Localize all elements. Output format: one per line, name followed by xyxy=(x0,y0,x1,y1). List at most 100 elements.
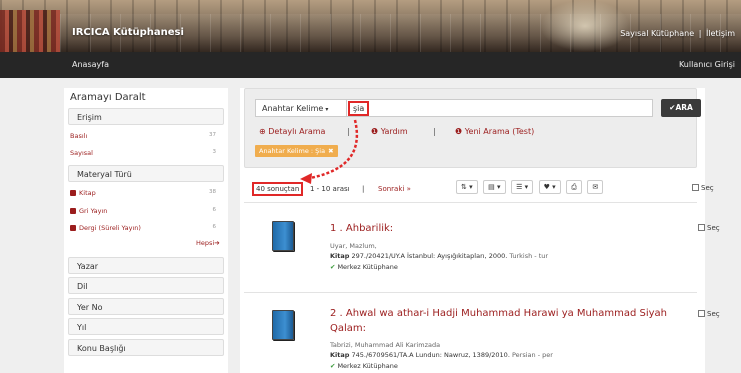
facet-language[interactable]: Dil xyxy=(68,277,224,294)
email-button[interactable]: ✉ xyxy=(587,180,604,194)
arrow-right-icon: ➔ xyxy=(214,239,220,247)
checkbox[interactable] xyxy=(692,184,699,191)
call-text: 745./6709561/TA.A Lundun: Nawruz, 1389/2… xyxy=(351,351,510,359)
site-brand[interactable]: IRCICA Kütüphanesi xyxy=(72,27,184,38)
location-label: Merkez Kütüphane xyxy=(337,263,398,271)
print-button[interactable]: ⎙ xyxy=(566,180,582,194)
link-separator: | xyxy=(433,127,436,136)
header-window-light xyxy=(540,0,630,52)
facet-item-label: Basılı xyxy=(70,132,88,140)
new-search-link[interactable]: ❶ Yeni Arama (Test) xyxy=(455,127,534,136)
document-icon xyxy=(70,208,76,214)
search-button-label: ARA xyxy=(675,103,693,112)
facet-item-count: 3 xyxy=(212,149,217,155)
facet-item-label: Gri Yayın xyxy=(79,207,108,215)
result-author[interactable]: Tabrizi, Muhammad Ali Karimzada xyxy=(330,341,440,349)
digital-library-link[interactable]: Sayısal Kütüphane xyxy=(620,29,694,38)
filter-tag-label: Anahtar Kelime : Şia xyxy=(259,147,326,155)
facet-item-digital[interactable]: Sayısal 3 xyxy=(70,149,218,161)
book-cover-icon[interactable] xyxy=(272,310,294,340)
top-links: Sayısal Kütüphane | İletişim xyxy=(618,29,735,38)
facet-item-book[interactable]: Kitap 38 xyxy=(70,189,218,201)
facet-label: Yıl xyxy=(77,323,87,332)
result-count: 40 sonuçtan xyxy=(252,182,304,196)
facet-item-grey-lit[interactable]: Gri Yayın 6 xyxy=(70,207,218,219)
help-label: Yardım xyxy=(380,127,408,136)
search-input[interactable]: şia xyxy=(347,99,653,117)
caret-down-icon: ▾ xyxy=(325,106,329,113)
result-call-number: Kitap 745./6709561/TA.A Lundun: Nawruz, … xyxy=(330,351,553,359)
select-all[interactable]: Seç xyxy=(692,184,714,192)
top-links-separator: | xyxy=(698,29,702,38)
results-toolbar: 40 sonuçtan 1 - 10 arası | Sonraki » ⇅ ▾… xyxy=(244,178,714,198)
site-header: IRCICA Kütüphanesi Sayısal Kütüphane | İ… xyxy=(0,0,741,52)
facet-author[interactable]: Yazar xyxy=(68,257,224,274)
facet-label: Konu Başlığı xyxy=(77,344,126,353)
book-cover-icon[interactable] xyxy=(272,221,294,251)
book-icon xyxy=(70,190,76,196)
facet-item-count: 6 xyxy=(212,207,217,213)
show-all-label: Hepsi xyxy=(196,239,215,247)
facet-subject[interactable]: Konu Başlığı xyxy=(68,339,224,356)
advanced-search-label: Detaylı Arama xyxy=(268,127,326,136)
checkbox[interactable] xyxy=(698,224,705,231)
journal-icon xyxy=(70,225,76,231)
search-plus-icon: ⊕ xyxy=(259,127,266,136)
list-view-button[interactable]: ☰ ▾ xyxy=(511,180,534,194)
facet-item-journal[interactable]: Dergi (Süreli Yayın) 6 xyxy=(70,224,218,236)
call-label: Kitap xyxy=(330,351,350,359)
facet-show-all[interactable]: Hepsi➔ xyxy=(196,239,220,247)
facet-call-number[interactable]: Yer No xyxy=(68,298,224,315)
info-icon: ❶ xyxy=(455,127,463,136)
facet-item-count: 6 xyxy=(212,224,217,230)
contact-link[interactable]: İletişim xyxy=(706,29,735,38)
view-toggle-button[interactable]: ▤ ▾ xyxy=(483,180,506,194)
advanced-search-link[interactable]: ⊕ Detaylı Arama xyxy=(259,127,325,136)
facet-label: Materyal Türü xyxy=(77,170,132,179)
facet-label: Yazar xyxy=(77,262,99,271)
facet-item-label: Kitap xyxy=(79,189,96,197)
result-location: ✔ Merkez Kütüphane xyxy=(330,362,398,370)
facet-access[interactable]: Erişim xyxy=(68,108,224,125)
nav-login[interactable]: Kullanıcı Girişi xyxy=(679,60,735,69)
nav-home[interactable]: Anasayfa xyxy=(72,60,109,69)
check-icon: ✔ xyxy=(330,362,336,370)
result-select[interactable]: Seç xyxy=(698,224,720,232)
main-content: Anahtar Kelime ▾ şia ✔ARA ⊕ Detaylı Arama… xyxy=(240,88,720,373)
result-author[interactable]: Uyar, Mazlum, xyxy=(330,242,377,250)
info-icon: ❶ xyxy=(371,127,379,136)
facet-item-label: Sayısal xyxy=(70,149,93,157)
header-bookshelf-image xyxy=(0,10,60,52)
result-select[interactable]: Seç xyxy=(698,310,720,318)
select-label: Seç xyxy=(707,310,720,318)
search-field-select[interactable]: Anahtar Kelime ▾ xyxy=(255,99,347,117)
result-title[interactable]: 2 . Ahwal wa athar-i Hadji Muhammad Hara… xyxy=(330,306,670,336)
result-range: 1 - 10 arası xyxy=(310,185,350,193)
search-button[interactable]: ✔ARA xyxy=(661,99,701,117)
facet-item-count: 37 xyxy=(209,132,216,138)
search-panel: Anahtar Kelime ▾ şia ✔ARA ⊕ Detaylı Arama… xyxy=(244,88,701,168)
facet-item-label: Dergi (Süreli Yayın) xyxy=(79,224,141,232)
next-page-link[interactable]: Sonraki » xyxy=(378,185,411,193)
facet-label: Dil xyxy=(77,282,88,291)
checkbox[interactable] xyxy=(698,310,705,317)
facet-label: Yer No xyxy=(77,303,103,312)
facet-item-printed[interactable]: Basılı 37 xyxy=(70,132,218,144)
favorite-button[interactable]: ♥ ▾ xyxy=(538,180,561,194)
active-filter-tag[interactable]: Anahtar Kelime : Şia ✖ xyxy=(255,145,338,157)
result-title[interactable]: 1 . Ahbarilik: xyxy=(330,221,670,236)
main-navbar: Anasayfa Kullanıcı Girişi xyxy=(0,52,741,78)
facet-year[interactable]: Yıl xyxy=(68,318,224,335)
close-icon[interactable]: ✖ xyxy=(328,147,333,155)
range-separator: | xyxy=(362,185,365,193)
help-link[interactable]: ❶ Yardım xyxy=(371,127,408,136)
divider xyxy=(244,202,697,203)
facet-material-type[interactable]: Materyal Türü xyxy=(68,165,224,182)
select-all-label: Seç xyxy=(701,184,714,192)
result-language: Persian - per xyxy=(511,351,553,359)
new-search-label: Yeni Arama (Test) xyxy=(464,127,535,136)
check-icon: ✔ xyxy=(330,263,336,271)
sort-button[interactable]: ⇅ ▾ xyxy=(456,180,478,194)
call-label: Kitap xyxy=(330,252,350,260)
call-text: 297./20421/UY.A İstanbul: Ayışığıkitapla… xyxy=(351,252,508,260)
